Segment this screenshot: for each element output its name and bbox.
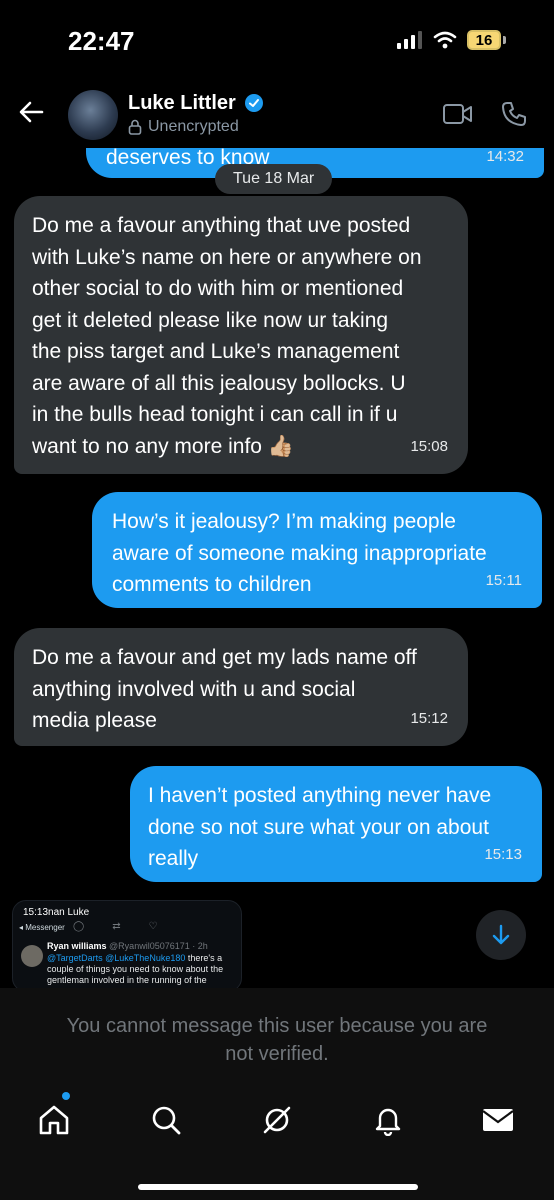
battery-tip	[503, 36, 506, 44]
cellular-signal-icon	[397, 31, 422, 49]
attachment-author-handle: @Ryanwil05076171 · 2h	[109, 941, 208, 951]
message-bubble-incoming[interactable]: Do me a favour anything that uve posted …	[14, 196, 468, 474]
search-icon	[152, 1106, 181, 1135]
battery-indicator: 16	[467, 30, 501, 50]
attachment-author: Ryan williams @Ryanwil05076171 · 2h	[47, 941, 208, 951]
home-notification-dot	[62, 1092, 70, 1100]
video-call-button[interactable]	[442, 102, 474, 131]
message-text: Do me a favour anything that uve posted …	[32, 214, 422, 458]
back-arrow-icon	[19, 101, 44, 123]
scroll-to-bottom-button[interactable]	[476, 910, 526, 960]
attachment-author-avatar	[21, 945, 43, 967]
tab-messages[interactable]	[478, 1100, 518, 1140]
message-bubble-incoming[interactable]: Do me a favour and get my lads name off …	[14, 628, 468, 746]
conversation-header: Luke Littler Unencrypted	[0, 80, 554, 148]
back-button[interactable]	[18, 100, 44, 129]
lock-icon	[128, 119, 142, 135]
notice-line-2: not verified.	[225, 1043, 329, 1065]
verified-badge-icon	[244, 93, 264, 118]
attachment-mentions: @TargetDarts @LukeTheNuke180	[47, 953, 186, 963]
reply-icon: ◯	[73, 921, 85, 932]
notice-line-1: You cannot message this user because you…	[66, 1015, 488, 1037]
message-time: 14:32	[486, 148, 524, 165]
phone-call-icon	[502, 102, 526, 126]
tab-home[interactable]	[34, 1100, 74, 1140]
message-time: 15:13	[484, 845, 522, 863]
encryption-status: Unencrypted	[128, 118, 239, 136]
contact-avatar[interactable]	[68, 90, 118, 140]
cannot-message-notice: You cannot message this user because you…	[0, 988, 554, 1078]
attachment-body: @TargetDarts @LukeTheNuke180 there's a c…	[47, 953, 235, 986]
shared-screenshot-attachment[interactable]: 15:13nan Luke ◂ Messenger ◯ ⇄ ♡ Ryan wil…	[12, 900, 242, 988]
like-icon: ♡	[148, 921, 158, 932]
grok-icon	[263, 1106, 291, 1134]
video-call-icon	[443, 104, 472, 124]
tab-search[interactable]	[146, 1100, 186, 1140]
home-icon	[39, 1105, 69, 1135]
attachment-back-label: ◂ Messenger	[19, 923, 65, 932]
attachment-action-icons: ◯ ⇄ ♡	[73, 921, 158, 932]
message-bubble-outgoing[interactable]: I haven’t posted anything never have don…	[130, 766, 542, 882]
message-time: 15:12	[410, 709, 448, 727]
bell-icon	[375, 1108, 401, 1136]
status-bar: 22:47 16	[0, 0, 554, 80]
attachment-author-name: Ryan williams	[47, 941, 107, 951]
arrow-down-icon	[492, 924, 510, 945]
message-text: I haven’t posted anything never have don…	[148, 784, 492, 870]
bottom-tab-bar	[0, 1078, 554, 1200]
message-bubble-outgoing[interactable]: How’s it jealousy? I’m making people awa…	[92, 492, 542, 608]
message-text: How’s it jealousy? I’m making people awa…	[112, 510, 487, 596]
contact-name[interactable]: Luke Littler	[128, 92, 236, 115]
home-indicator[interactable]	[138, 1184, 418, 1190]
message-text: Do me a favour and get my lads name off …	[32, 646, 417, 732]
attachment-header-text: 15:13nan Luke	[23, 907, 90, 918]
date-separator: Tue 18 Mar	[215, 164, 333, 194]
message-time: 15:11	[485, 571, 522, 589]
repost-icon: ⇄	[112, 921, 121, 932]
status-time: 22:47	[68, 26, 135, 56]
wifi-icon	[433, 31, 457, 49]
message-time: 15:08	[410, 437, 448, 455]
tab-grok[interactable]	[257, 1100, 297, 1140]
phone-call-button[interactable]	[500, 100, 528, 133]
encryption-label: Unencrypted	[148, 118, 239, 135]
message-thread[interactable]: deserves to know 14:32 Tue 18 Mar Do me …	[0, 148, 554, 988]
mail-icon	[482, 1109, 514, 1131]
status-icons: 16	[397, 30, 506, 50]
tab-notifications[interactable]	[368, 1100, 408, 1140]
